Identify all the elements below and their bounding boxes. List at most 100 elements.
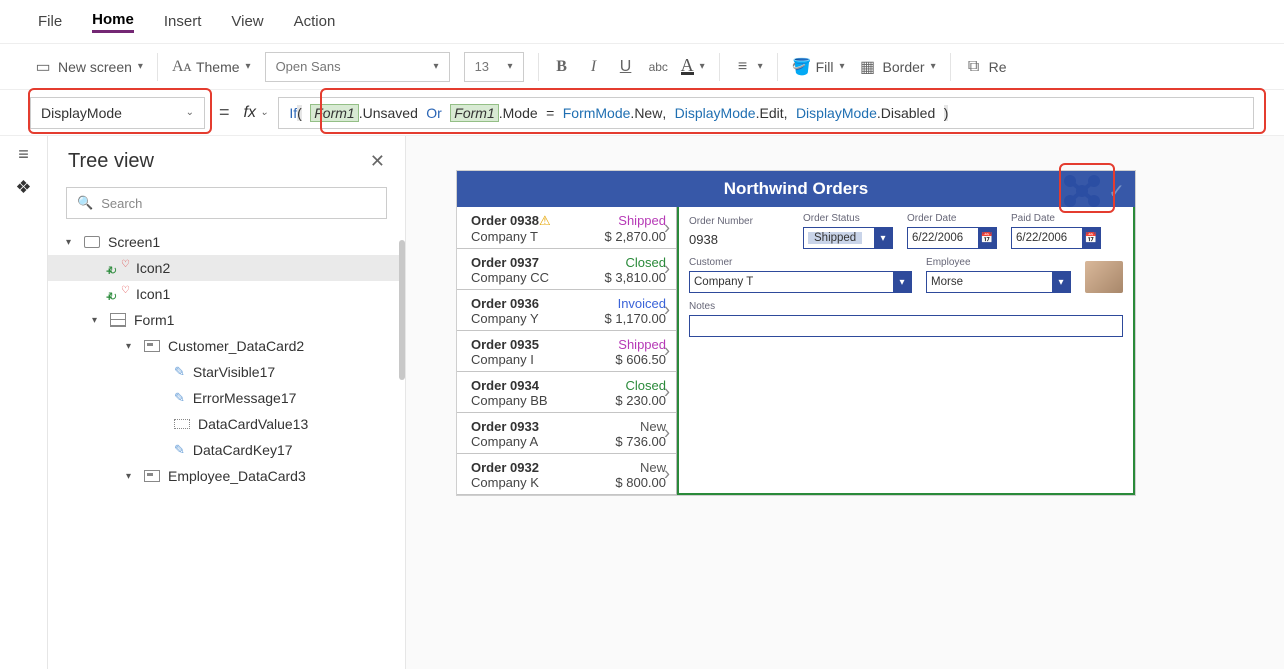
order-row[interactable]: Order 0938⚠ShippedCompany T$ 2,870.00› <box>457 207 676 249</box>
tree-item-errormessage17[interactable]: ✎ ErrorMessage17 <box>48 385 401 411</box>
tree-item-label: Icon1 <box>136 286 170 302</box>
datacard-icon <box>144 340 160 352</box>
separator <box>950 53 951 81</box>
scrollbar[interactable] <box>399 240 405 380</box>
equals-sign: = <box>215 102 234 123</box>
search-input[interactable]: 🔍 Search <box>66 187 387 219</box>
tree-item-label: Form1 <box>134 312 174 328</box>
control-icon: ♡+↻ <box>110 261 128 275</box>
chevron-right-icon: › <box>664 217 670 238</box>
tree-item-datacardkey17[interactable]: ✎DataCardKey17 <box>48 437 401 463</box>
chevron-down-icon: ▾ <box>758 61 763 72</box>
layers-icon[interactable]: ❖ <box>15 177 31 198</box>
bold-button[interactable]: B <box>553 58 571 76</box>
border-button[interactable]: ▦ Border ▾ <box>859 57 936 77</box>
tree-item-label: ErrorMessage17 <box>193 390 297 406</box>
new-screen-button[interactable]: ▭ New screen ▾ <box>34 57 143 77</box>
order-row[interactable]: Order 0932NewCompany K$ 800.00› <box>457 454 676 495</box>
theme-button[interactable]: Aᴀ Theme ▾ <box>172 58 251 76</box>
font-family-select[interactable]: Open Sans ▾ <box>265 52 450 82</box>
tree-item-customer_datacard2[interactable]: ▾Customer_DataCard2 <box>48 333 401 359</box>
order-status-value: Shipped <box>808 232 862 244</box>
left-rail: ≡ ❖ <box>0 136 48 669</box>
label-icon: ✎ <box>174 390 185 406</box>
chevron-down-icon: ⌄ <box>260 107 268 118</box>
formula-token: DisplayMode <box>675 105 756 121</box>
tree-item-datacardvalue13[interactable]: DataCardValue13 <box>48 411 401 437</box>
order-row[interactable]: Order 0935ShippedCompany I$ 606.50› <box>457 331 676 372</box>
tree-item-label: Screen1 <box>108 234 160 250</box>
tree-item-form1[interactable]: ▾Form1 <box>48 307 401 333</box>
tree-item-label: Icon2 <box>136 260 170 276</box>
customer-select[interactable]: Company T ▾ <box>689 271 912 293</box>
formula-token: Unsaved <box>363 105 418 121</box>
formula-token: ( <box>297 105 302 121</box>
separator <box>538 53 539 81</box>
menu-action[interactable]: Action <box>294 13 336 30</box>
align-button[interactable]: ≡ ▾ <box>734 58 763 76</box>
font-size-select[interactable]: 13 ▾ <box>464 52 524 82</box>
chevron-down-icon: ▾ <box>246 61 251 72</box>
formula-input[interactable]: If( Form1.Unsaved Or Form1.Mode = FormMo… <box>278 97 1254 129</box>
tree-item-icon2[interactable]: ♡+↻ Icon2 <box>48 255 401 281</box>
notes-input[interactable] <box>689 315 1123 337</box>
fx-button[interactable]: fx ⌄ <box>244 104 269 122</box>
strike-button[interactable]: abc <box>649 60 667 74</box>
tree-item-starvisible17[interactable]: ✎StarVisible17 <box>48 359 401 385</box>
expand-icon: ▾ <box>66 237 76 248</box>
field-label: Order Date <box>907 213 997 224</box>
tree-item-employee_datacard3[interactable]: ▾Employee_DataCard3 <box>48 463 401 489</box>
menu-home[interactable]: Home <box>92 11 134 33</box>
field-label: Order Status <box>803 213 893 224</box>
theme-label: Theme <box>196 59 240 75</box>
employee-select[interactable]: Morse ▾ <box>926 271 1071 293</box>
fx-icon: fx <box>244 104 256 122</box>
screen-icon: ▭ <box>34 57 52 77</box>
tree-item-label: DataCardValue13 <box>198 416 308 432</box>
menu-view[interactable]: View <box>231 13 263 30</box>
formula-token: New <box>634 105 662 121</box>
app-title: Northwind Orders <box>457 179 1135 199</box>
order-row[interactable]: Order 0937ClosedCompany CC$ 3,810.00› <box>457 249 676 290</box>
underline-button[interactable]: U <box>617 58 635 76</box>
tree-item-label: Employee_DataCard3 <box>168 468 306 484</box>
reorder-button[interactable]: ⧉ Re <box>965 58 1007 76</box>
order-row[interactable]: Order 0933NewCompany A$ 736.00› <box>457 413 676 454</box>
paid-date-picker[interactable]: 6/22/2006📅 <box>1011 227 1101 249</box>
chevron-down-icon: ▾ <box>434 61 439 72</box>
employee-avatar <box>1085 261 1123 293</box>
property-select[interactable]: DisplayMode ⌄ <box>30 97 205 129</box>
separator <box>777 53 778 81</box>
hamburger-icon[interactable]: ≡ <box>18 144 29 165</box>
close-icon[interactable]: ✕ <box>370 151 385 172</box>
workspace: ≡ ❖ Tree view ✕ 🔍 Search ▾Screen1♡+↻Icon… <box>0 136 1284 669</box>
font-color-button[interactable]: A ▾ <box>681 58 705 75</box>
chevron-down-icon: ▾ <box>1052 272 1070 292</box>
fill-button[interactable]: 🪣 Fill ▾ <box>792 57 845 77</box>
paid-date-value: 6/22/2006 <box>1016 232 1067 244</box>
menu-insert[interactable]: Insert <box>164 13 202 30</box>
screen-icon <box>84 236 100 248</box>
order-date-value: 6/22/2006 <box>912 232 963 244</box>
order-row[interactable]: Order 0936InvoicedCompany Y$ 1,170.00› <box>457 290 676 331</box>
tree-item-label: StarVisible17 <box>193 364 275 380</box>
italic-button[interactable]: I <box>585 58 603 76</box>
tree-item-screen1[interactable]: ▾ Screen1 <box>48 229 401 255</box>
fill-icon: 🪣 <box>792 57 810 77</box>
menu-file[interactable]: File <box>38 13 62 30</box>
orders-gallery[interactable]: Order 0938⚠ShippedCompany T$ 2,870.00›Or… <box>457 207 677 495</box>
formula-token: , <box>662 105 666 121</box>
customer-value: Company T <box>694 276 753 288</box>
order-date-picker[interactable]: 6/22/2006📅 <box>907 227 997 249</box>
chevron-right-icon: › <box>664 382 670 403</box>
chevron-down-icon: ▾ <box>893 272 911 292</box>
chevron-right-icon: › <box>664 300 670 321</box>
form-icon <box>110 313 126 327</box>
order-status-select[interactable]: Shipped▾ <box>803 227 893 249</box>
control-icon: ♡+↻ <box>110 287 128 301</box>
employee-value: Morse <box>931 276 963 288</box>
tree-view-panel: Tree view ✕ 🔍 Search ▾Screen1♡+↻Icon2♡+↻… <box>48 136 406 669</box>
formula-token: Form1 <box>450 104 498 122</box>
order-row[interactable]: Order 0934ClosedCompany BB$ 230.00› <box>457 372 676 413</box>
tree-item-icon1[interactable]: ♡+↻ Icon1 <box>48 281 401 307</box>
